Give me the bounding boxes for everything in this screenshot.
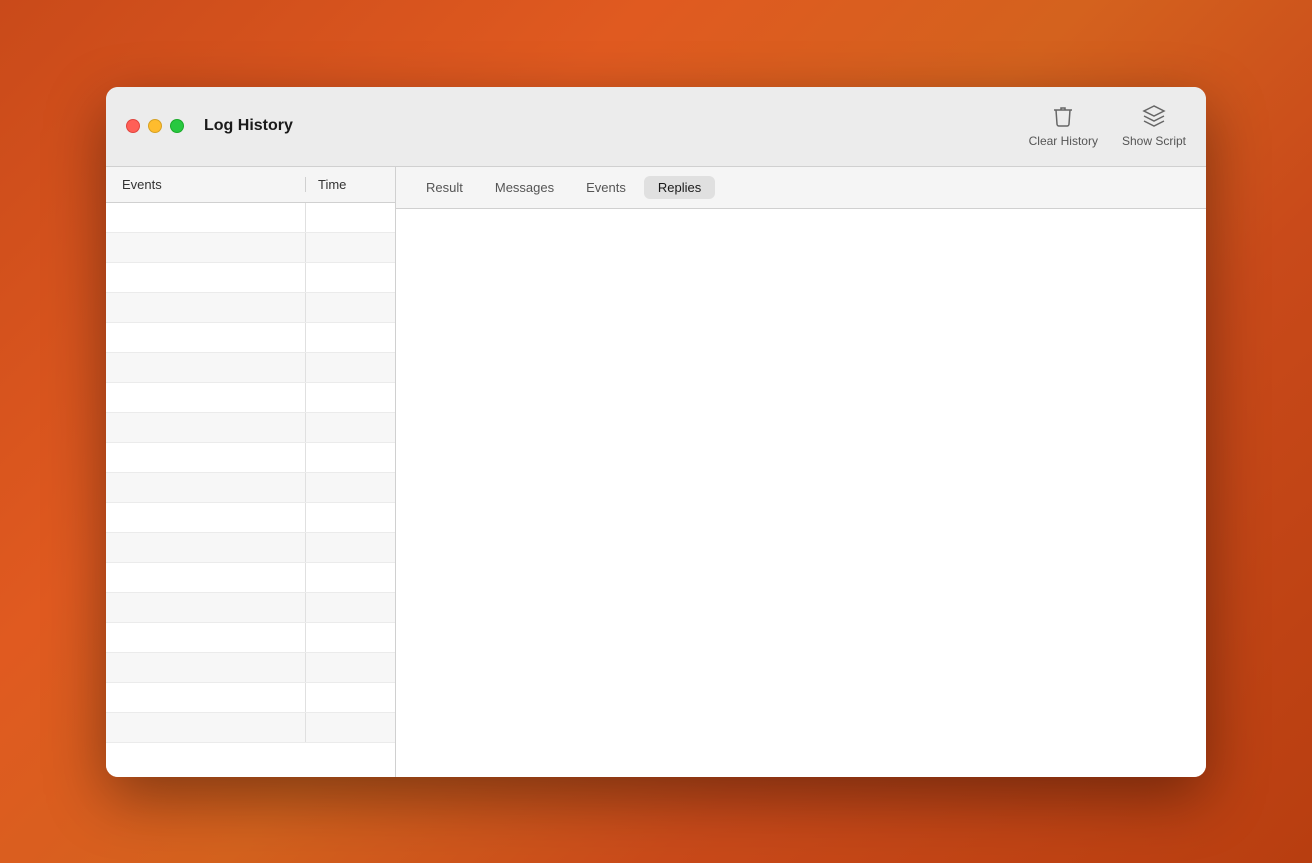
minimize-button[interactable] (148, 119, 162, 133)
maximize-button[interactable] (170, 119, 184, 133)
list-item[interactable] (106, 323, 395, 353)
close-button[interactable] (126, 119, 140, 133)
show-script-button[interactable]: Show Script (1122, 104, 1186, 148)
list-item[interactable] (106, 413, 395, 443)
list-item[interactable] (106, 203, 395, 233)
show-script-label: Show Script (1122, 134, 1186, 148)
list-item[interactable] (106, 293, 395, 323)
main-window: Log History Clear History Show Script (106, 87, 1206, 777)
right-panel: Result Messages Events Replies (396, 167, 1206, 777)
list-item[interactable] (106, 713, 395, 743)
traffic-lights (126, 119, 184, 133)
list-item[interactable] (106, 503, 395, 533)
list-item[interactable] (106, 233, 395, 263)
left-panel: Events Time (106, 167, 396, 777)
list-item[interactable] (106, 623, 395, 653)
clear-history-button[interactable]: Clear History (1029, 104, 1098, 148)
clear-history-label: Clear History (1029, 134, 1098, 148)
list-item[interactable] (106, 533, 395, 563)
tabs-bar: Result Messages Events Replies (396, 167, 1206, 209)
tab-events[interactable]: Events (572, 176, 640, 199)
list-item[interactable] (106, 353, 395, 383)
trash-icon (1051, 104, 1075, 128)
script-icon (1142, 104, 1166, 128)
events-column-header: Events (106, 177, 306, 192)
tab-result[interactable]: Result (412, 176, 477, 199)
list-item[interactable] (106, 683, 395, 713)
tab-content (396, 209, 1206, 777)
title-bar: Log History Clear History Show Script (106, 87, 1206, 167)
tab-replies[interactable]: Replies (644, 176, 715, 199)
list-item[interactable] (106, 473, 395, 503)
tab-messages[interactable]: Messages (481, 176, 568, 199)
list-rows (106, 203, 395, 777)
list-item[interactable] (106, 383, 395, 413)
time-column-header: Time (306, 177, 358, 192)
list-item[interactable] (106, 653, 395, 683)
list-item[interactable] (106, 563, 395, 593)
list-item[interactable] (106, 263, 395, 293)
list-item[interactable] (106, 593, 395, 623)
toolbar-buttons: Clear History Show Script (1029, 104, 1186, 148)
content-area: Events Time (106, 167, 1206, 777)
window-title: Log History (204, 117, 1029, 135)
list-item[interactable] (106, 443, 395, 473)
list-header: Events Time (106, 167, 395, 203)
